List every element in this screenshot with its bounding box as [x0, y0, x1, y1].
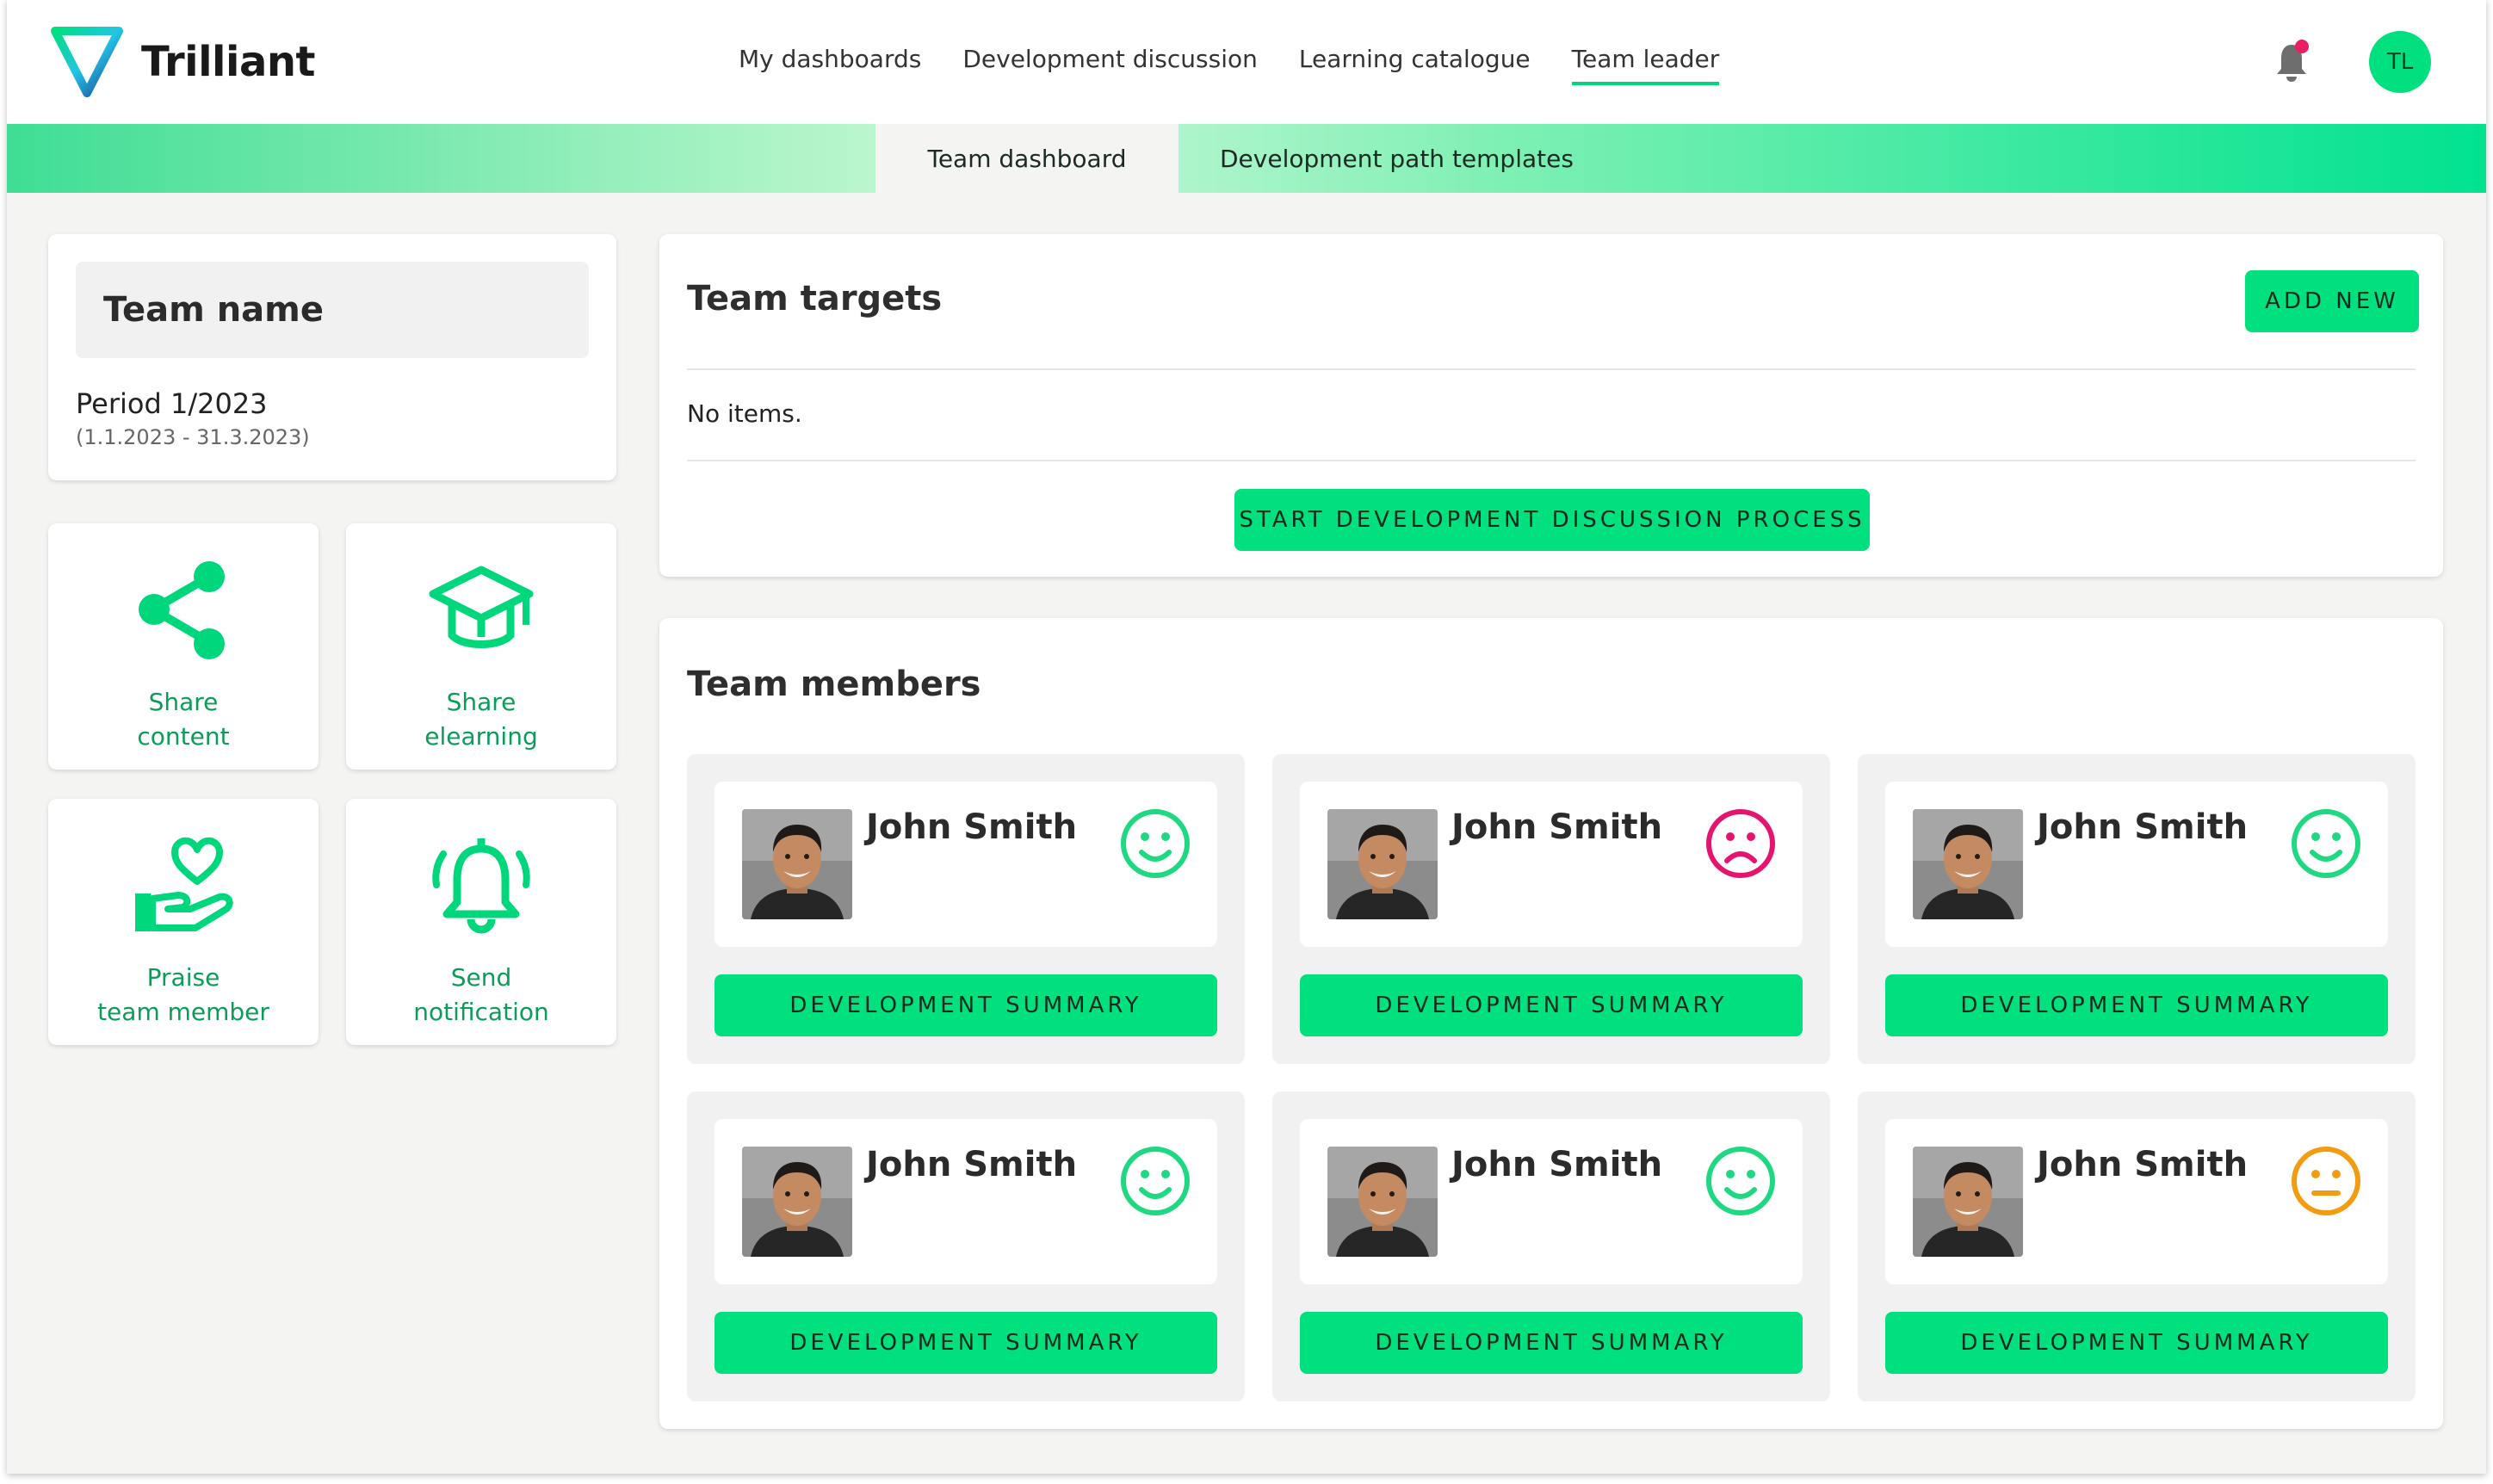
user-avatar[interactable]: TL — [2369, 31, 2431, 93]
member-photo — [1913, 1147, 2023, 1257]
happy-face-icon — [1121, 809, 1190, 878]
member-info[interactable]: John Smith — [1885, 782, 2388, 947]
sad-face-icon — [1706, 809, 1775, 878]
team-targets-card: Team targets ADD NEW No items. START DEV… — [659, 234, 2443, 577]
tab-team-dashboard[interactable]: Team dashboard — [875, 124, 1178, 193]
targets-divider-top — [687, 368, 2416, 370]
nav-development-discussion[interactable]: Development discussion — [962, 45, 1258, 85]
member-info[interactable]: John Smith — [714, 782, 1217, 947]
notification-dot — [2295, 40, 2309, 53]
logo[interactable]: Trilliant — [48, 26, 315, 98]
period-label: Period 1/2023 — [76, 387, 268, 420]
member-name[interactable]: John Smith — [866, 1145, 1077, 1184]
member-info[interactable]: John Smith — [1300, 782, 1803, 947]
team-name: Team name — [103, 290, 324, 330]
targets-divider-bottom — [687, 460, 2416, 461]
share-icon — [139, 561, 225, 659]
praise-team-member-label: Praise team member — [97, 963, 269, 1026]
member-info[interactable]: John Smith — [1300, 1119, 1803, 1284]
trilliant-logo-icon — [51, 27, 123, 97]
team-info-card: Team name Period 1/2023 (1.1.2023 - 31.3… — [48, 234, 616, 480]
praise-team-member-card[interactable]: Praise team member — [48, 799, 319, 1045]
start-development-discussion-button[interactable]: START DEVELOPMENT DISCUSSION PROCESS — [1234, 489, 1870, 551]
member-photo — [742, 809, 852, 919]
share-elearning-label: Share elearning — [424, 688, 538, 751]
send-notification-label: Send notification — [413, 963, 549, 1026]
logo-text: Trilliant — [141, 38, 315, 86]
member-name[interactable]: John Smith — [2037, 1145, 2248, 1184]
team-member-card: John Smith DEVELOPMENT SUMMARY — [687, 1091, 1245, 1401]
development-summary-button[interactable]: DEVELOPMENT SUMMARY — [714, 974, 1217, 1036]
bell-ring-icon — [432, 838, 530, 934]
team-members-title: Team members — [687, 665, 981, 704]
team-targets-title: Team targets — [687, 279, 943, 318]
development-summary-button[interactable]: DEVELOPMENT SUMMARY — [1885, 1312, 2388, 1374]
tab-development-path-templates[interactable]: Development path templates — [1178, 124, 1626, 193]
team-member-card: John Smith DEVELOPMENT SUMMARY — [687, 754, 1245, 1064]
app-window: Trilliant My dashboards Development disc… — [7, 0, 2486, 1474]
member-info[interactable]: John Smith — [714, 1119, 1217, 1284]
happy-face-icon — [1121, 1147, 1190, 1215]
team-name-box: Team name — [76, 262, 589, 358]
member-info[interactable]: John Smith — [1885, 1119, 2388, 1284]
member-photo — [1327, 809, 1438, 919]
nav-team-leader[interactable]: Team leader — [1571, 45, 1720, 85]
graduation-cap-icon — [429, 566, 534, 648]
add-new-button[interactable]: ADD NEW — [2245, 270, 2419, 332]
development-summary-button[interactable]: DEVELOPMENT SUMMARY — [1300, 1312, 1803, 1374]
share-elearning-card[interactable]: Share elearning — [346, 523, 616, 770]
heart-hand-icon — [135, 837, 233, 931]
development-summary-button[interactable]: DEVELOPMENT SUMMARY — [714, 1312, 1217, 1374]
member-name[interactable]: John Smith — [866, 807, 1077, 847]
member-photo — [1327, 1147, 1438, 1257]
happy-face-icon — [2292, 809, 2360, 878]
nav-learning-catalogue[interactable]: Learning catalogue — [1299, 45, 1531, 85]
member-name[interactable]: John Smith — [1451, 1145, 1662, 1184]
share-content-label: Share content — [137, 688, 230, 751]
no-items-text: No items. — [687, 399, 802, 428]
member-photo — [1913, 809, 2023, 919]
happy-face-icon — [1706, 1147, 1775, 1215]
nav-my-dashboards[interactable]: My dashboards — [739, 45, 921, 85]
member-photo — [742, 1147, 852, 1257]
team-member-card: John Smith DEVELOPMENT SUMMARY — [1858, 754, 2416, 1064]
team-member-card: John Smith DEVELOPMENT SUMMARY — [1272, 754, 1830, 1064]
sub-tab-bar: Team dashboard Development path template… — [7, 124, 2486, 193]
team-members-card: Team members John Smith DEVELOPMENT SUMM… — [659, 618, 2443, 1429]
member-name[interactable]: John Smith — [2037, 807, 2248, 847]
period-range: (1.1.2023 - 31.3.2023) — [76, 425, 310, 449]
team-member-card: John Smith DEVELOPMENT SUMMARY — [1272, 1091, 1830, 1401]
development-summary-button[interactable]: DEVELOPMENT SUMMARY — [1300, 974, 1803, 1036]
member-name[interactable]: John Smith — [1451, 807, 1662, 847]
main-nav: My dashboards Development discussion Lea… — [739, 45, 1760, 85]
send-notification-card[interactable]: Send notification — [346, 799, 616, 1045]
top-header: Trilliant My dashboards Development disc… — [7, 0, 2486, 124]
development-summary-button[interactable]: DEVELOPMENT SUMMARY — [1885, 974, 2388, 1036]
team-member-card: John Smith DEVELOPMENT SUMMARY — [1858, 1091, 2416, 1401]
share-content-card[interactable]: Share content — [48, 523, 319, 770]
neutral-face-icon — [2292, 1147, 2360, 1215]
